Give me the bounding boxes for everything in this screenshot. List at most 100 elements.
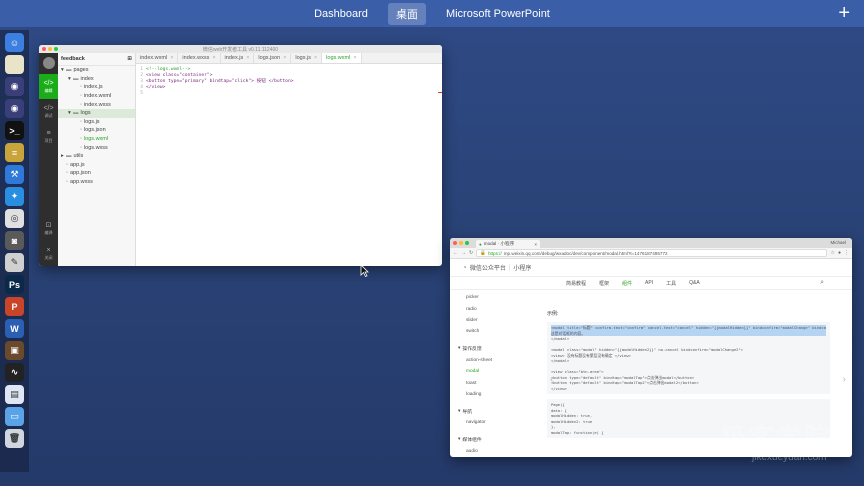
browser-tab[interactable]: ● modal · 小程序 × — [476, 240, 540, 248]
rail-item-0[interactable]: </> 编辑 — [39, 74, 58, 99]
pencil-icon[interactable]: ✎ — [5, 253, 24, 272]
folder-icon[interactable]: ▭ — [5, 407, 24, 426]
minimize-window-button[interactable] — [459, 241, 463, 245]
image-app-icon[interactable]: ▣ — [5, 341, 24, 360]
nav-item[interactable]: 组件 — [622, 280, 632, 287]
sidebar-group[interactable]: ▾ 操作反馈 — [458, 343, 539, 355]
sidebar-item[interactable]: audio — [458, 446, 539, 457]
chrome-icon[interactable]: ◎ — [5, 209, 24, 228]
zoom-window-button[interactable] — [54, 47, 58, 51]
sidebar-item[interactable]: loading — [458, 389, 539, 400]
editor-tab[interactable]: logs.json × — [254, 53, 292, 63]
file-tree-row[interactable]: ▾ ▬ pages — [58, 66, 135, 75]
close-tab-icon[interactable]: × — [212, 55, 215, 61]
photo-booth-icon[interactable]: ◙ — [5, 231, 24, 250]
extension-icon[interactable]: ● — [838, 250, 841, 256]
url-input[interactable]: 🔒 https:// mp.weixin.qq.com/debug/wxadoc… — [476, 249, 828, 257]
nav-item[interactable]: 框架 — [599, 280, 609, 287]
close-window-button[interactable] — [453, 241, 457, 245]
sidebar-item[interactable]: picker — [458, 292, 539, 303]
sidebar-group[interactable]: ▾ 媒体组件 — [458, 434, 539, 446]
terminal-icon[interactable]: >_ — [5, 121, 24, 140]
browser-user[interactable]: Michael — [830, 240, 846, 245]
finder-icon[interactable]: ☺ — [5, 33, 24, 52]
zoom-window-button[interactable] — [465, 241, 469, 245]
space-dashboard[interactable]: Dashboard — [306, 5, 376, 23]
rail-item-2[interactable]: ≡ 项目 — [39, 124, 58, 149]
safari-icon[interactable]: ✦ — [5, 187, 24, 206]
xcode-icon[interactable]: ⚒ — [5, 165, 24, 184]
close-tab-icon[interactable]: × — [246, 55, 249, 61]
editor-tab[interactable]: index.js × — [221, 53, 255, 63]
file-tree-row[interactable]: ▫ logs.wxml — [58, 135, 135, 144]
nav-item[interactable]: API — [645, 280, 653, 286]
word-icon[interactable]: W — [5, 319, 24, 338]
close-tab-icon[interactable]: × — [283, 55, 286, 61]
nav-item[interactable]: 简易教程 — [566, 280, 586, 287]
file-tree-row[interactable]: ▫ logs.wxss — [58, 143, 135, 152]
window-title-bar[interactable]: 微信web开发者工具 v0.11.112400 — [39, 45, 442, 53]
minimize-window-button[interactable] — [48, 47, 52, 51]
wechat-devtools-window[interactable]: 微信web开发者工具 v0.11.112400 </> 编辑 </> 调试 ≡ 项目 ⊡ 编译… — [39, 45, 442, 266]
file-tree-row[interactable]: ▫ logs.js — [58, 118, 135, 127]
file-tree-row[interactable]: ▫ index.wxml — [58, 92, 135, 101]
powerpoint-icon[interactable]: P — [5, 297, 24, 316]
space-powerpoint[interactable]: Microsoft PowerPoint — [438, 5, 558, 23]
reload-icon[interactable]: ↻ — [469, 250, 473, 256]
next-page-icon[interactable]: › — [843, 374, 846, 385]
sidebar-group[interactable]: ▾ 导航 — [458, 405, 539, 417]
sidebar-item[interactable]: navigator — [458, 417, 539, 428]
eclipse-icon-2[interactable]: ◉ — [5, 99, 24, 118]
add-file-icon[interactable]: ⊞ — [127, 56, 132, 62]
site-title[interactable]: 微信公众平台 — [470, 263, 506, 272]
forward-icon[interactable]: → — [461, 250, 466, 256]
close-tab-icon[interactable]: × — [353, 55, 356, 61]
sidebar-item[interactable]: switch — [458, 326, 539, 337]
preview-icon[interactable]: ▤ — [5, 385, 24, 404]
rail-bottom-item-0[interactable]: ⊡ 编译 — [39, 216, 58, 241]
file-tree-row[interactable]: ▫ app.json — [58, 169, 135, 178]
space-desktop[interactable]: 桌面 — [387, 2, 426, 25]
close-window-button[interactable] — [42, 47, 46, 51]
activity-monitor-icon[interactable]: ∿ — [5, 363, 24, 382]
rail-item-1[interactable]: </> 调试 — [39, 99, 58, 124]
file-tree-row[interactable]: ▫ index.js — [58, 83, 135, 92]
avatar[interactable] — [42, 57, 55, 69]
trash-icon[interactable]: 🗑 — [5, 429, 24, 448]
sidebar-item[interactable]: action-sheet — [458, 355, 539, 366]
file-tree-row[interactable]: ▫ index.wxss — [58, 100, 135, 109]
file-tree-row[interactable]: ▫ app.wxss — [58, 178, 135, 187]
editor-tab[interactable]: index.wxml × — [136, 53, 179, 63]
bookmark-star-icon[interactable]: ☆ — [830, 250, 834, 256]
sidebar-item[interactable]: modal — [458, 366, 539, 377]
sidebar-item[interactable]: toast — [458, 377, 539, 388]
close-tab-icon[interactable]: × — [170, 55, 173, 61]
notes-icon[interactable] — [5, 55, 24, 74]
database-icon[interactable]: ≡ — [5, 143, 24, 162]
add-space-button[interactable]: + — [838, 3, 850, 23]
example-wxml-code[interactable]: <modal title="标题" confirm-text="confirm"… — [546, 322, 830, 394]
search-icon[interactable]: ⌕ — [820, 279, 824, 287]
sidebar-item[interactable]: slider — [458, 315, 539, 326]
editor-tab[interactable]: logs.wxml × — [322, 53, 362, 63]
close-tab-icon[interactable]: × — [534, 242, 537, 247]
sidebar-item[interactable]: radio — [458, 303, 539, 314]
back-icon[interactable]: ← — [453, 250, 458, 256]
file-tree-row[interactable]: ▸ ▬ utils — [58, 152, 135, 161]
menu-icon[interactable]: ⋮ — [844, 250, 849, 256]
file-tree-row[interactable]: ▾ ▬ index — [58, 75, 135, 84]
site-subtitle[interactable]: 小程序 — [513, 263, 531, 272]
editor-tab[interactable]: index.wxss × — [178, 53, 221, 63]
nav-item[interactable]: 工具 — [666, 280, 676, 287]
code-area[interactable]: 1 <!--logs.wxml--> 2 <view class="container… — [136, 64, 442, 266]
photoshop-icon[interactable]: Ps — [5, 275, 24, 294]
prev-page-icon[interactable]: ‹ — [550, 374, 553, 385]
nav-item[interactable]: Q&A — [689, 280, 700, 286]
file-tree-row[interactable]: ▫ logs.json — [58, 126, 135, 135]
rail-bottom-item-1[interactable]: × 关闭 — [39, 241, 58, 266]
eclipse-icon[interactable]: ◉ — [5, 77, 24, 96]
editor-tab[interactable]: logs.js × — [291, 53, 323, 63]
file-tree-row[interactable]: ▫ app.js — [58, 161, 135, 170]
close-tab-icon[interactable]: × — [314, 55, 317, 61]
file-tree-row[interactable]: ▾ ▬ logs — [58, 108, 135, 118]
